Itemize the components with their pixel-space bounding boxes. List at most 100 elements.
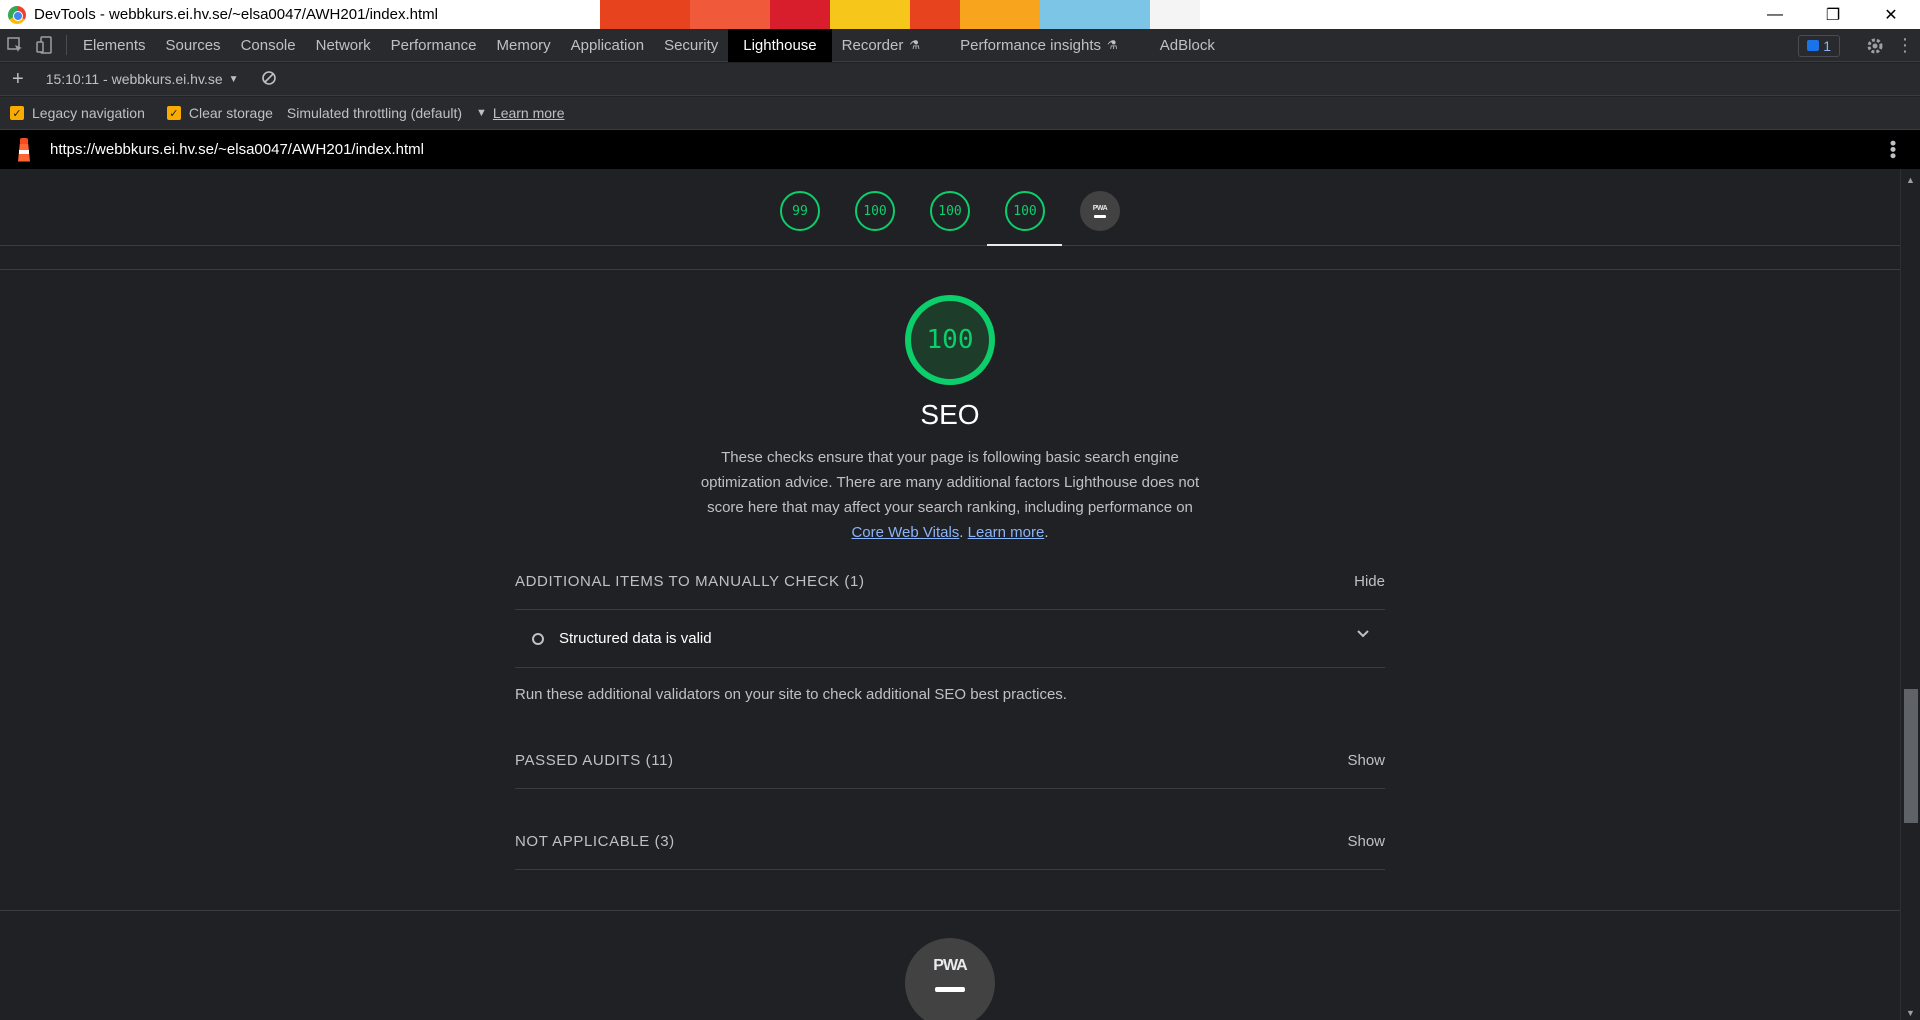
clear-all-icon[interactable]: [261, 70, 277, 89]
devtools-tabbar: Elements Sources Console Network Perform…: [0, 28, 1920, 62]
audit-title: Structured data is valid: [559, 630, 712, 647]
report-menu-icon[interactable]: •••: [1883, 140, 1903, 159]
report-selector-label: 15:10:11 - webbkurs.ei.hv.se: [45, 71, 223, 87]
tab-label: Sources: [165, 36, 221, 54]
report-url-bar: https://webbkurs.ei.hv.se/~elsa0047/AWH2…: [0, 130, 1920, 169]
checkbox-checked-icon: ✓: [166, 106, 181, 120]
legacy-navigation-checkbox[interactable]: ✓ Legacy navigation: [10, 105, 145, 121]
tab-elements[interactable]: Elements: [73, 29, 156, 62]
divider: [515, 869, 1385, 870]
dropdown-arrow-icon: ▼: [228, 73, 239, 85]
experiment-flask-icon: ⚗: [909, 38, 921, 52]
close-icon[interactable]: ✕: [1862, 0, 1920, 29]
tab-performance-insights[interactable]: Performance insights ⚗: [950, 29, 1128, 62]
device-toolbar-icon[interactable]: [30, 29, 60, 62]
section-divider: [0, 910, 1900, 911]
score-gauge-performance[interactable]: 99: [780, 191, 820, 231]
report-url[interactable]: https://webbkurs.ei.hv.se/~elsa0047/AWH2…: [50, 141, 424, 158]
score-value: 100: [1013, 203, 1037, 219]
scroll-down-arrow-icon[interactable]: ▼: [1906, 1008, 1915, 1018]
learn-more-link[interactable]: Learn more: [493, 105, 565, 121]
pwa-score-gauge: PWA: [905, 938, 995, 1020]
lighthouse-toolbar: + 15:10:11 - webbkurs.ei.hv.se ▼: [0, 63, 1920, 96]
tab-sources[interactable]: Sources: [156, 29, 231, 62]
issues-badge[interactable]: 1: [1798, 34, 1840, 57]
score-value: 100: [938, 203, 962, 219]
clear-storage-checkbox[interactable]: ✓ Clear storage: [166, 105, 273, 121]
tab-label: AdBlock: [1159, 36, 1215, 54]
tab-label: Memory: [496, 36, 551, 54]
experiment-flask-icon: ⚗: [1107, 38, 1118, 52]
tab-memory[interactable]: Memory: [487, 29, 561, 62]
chevron-down-icon[interactable]: [1356, 626, 1370, 642]
pwa-badge-label: PWA: [933, 956, 967, 974]
tab-adblock[interactable]: AdBlock: [1150, 29, 1225, 62]
divider: [0, 269, 1900, 270]
learn-more-link[interactable]: Learn more: [968, 524, 1045, 541]
core-web-vitals-link[interactable]: Core Web Vitals: [851, 524, 959, 541]
score-value: 100: [863, 203, 887, 219]
tab-label: Console: [240, 36, 296, 54]
pwa-dash-icon: [1094, 214, 1106, 218]
tab-console[interactable]: Console: [231, 29, 306, 62]
minimize-icon[interactable]: —: [1746, 0, 1804, 29]
restore-icon[interactable]: ❐: [1804, 0, 1862, 29]
page-banner-image: [555, 0, 1200, 29]
report-selector[interactable]: 15:10:11 - webbkurs.ei.hv.se ▼: [46, 71, 239, 87]
settings-gear-icon[interactable]: [1860, 29, 1890, 62]
seo-score-gauge: 100: [905, 295, 995, 385]
tab-label: Performance insights: [960, 36, 1102, 54]
tab-security[interactable]: Security: [654, 29, 728, 62]
pwa-dash-icon: [935, 986, 965, 992]
scroll-thumb[interactable]: [1904, 689, 1918, 823]
tab-recorder[interactable]: Recorder ⚗: [832, 29, 930, 62]
scroll-up-arrow-icon[interactable]: ▲: [1906, 175, 1915, 185]
pwa-badge-label: PWA: [1092, 204, 1108, 212]
active-category-indicator: [987, 244, 1062, 246]
throttling-label: Simulated throttling (default): [286, 105, 463, 121]
punctuation: .: [1044, 524, 1049, 541]
tab-label: Lighthouse: [743, 36, 817, 54]
not-applicable-group-header[interactable]: NOT APPLICABLE (3) Show: [515, 826, 1385, 856]
score-gauge-pwa[interactable]: PWA: [1080, 191, 1120, 231]
tab-application[interactable]: Application: [561, 29, 654, 62]
inspect-element-icon[interactable]: [0, 29, 30, 62]
tab-label: Application: [570, 36, 645, 54]
checkbox-label: Clear storage: [188, 105, 273, 121]
validators-note: Run these additional validators on your …: [515, 686, 1067, 703]
tab-performance[interactable]: Performance: [381, 29, 487, 62]
throttling-dropdown-icon[interactable]: ▼: [476, 107, 487, 119]
audit-structured-data[interactable]: Structured data is valid: [515, 610, 1385, 667]
tab-label: Recorder: [841, 36, 904, 54]
manual-check-group-header[interactable]: ADDITIONAL ITEMS TO MANUALLY CHECK (1) H…: [515, 566, 1385, 596]
report-scrollbar[interactable]: ▲ ▼: [1900, 169, 1920, 1020]
window-title: DevTools - webbkurs.ei.hv.se/~elsa0047/A…: [34, 6, 438, 23]
tab-lighthouse[interactable]: Lighthouse: [728, 28, 832, 62]
issues-count: 1: [1823, 37, 1831, 54]
score-gauge-seo[interactable]: 100: [1005, 191, 1045, 231]
tab-label: Network: [315, 36, 371, 54]
checkbox-label: Legacy navigation: [32, 105, 145, 121]
score-gauge-best-practices[interactable]: 100: [930, 191, 970, 231]
passed-audits-group-header[interactable]: PASSED AUDITS (11) Show: [515, 745, 1385, 775]
more-options-icon[interactable]: ⋮: [1890, 29, 1920, 62]
tab-label: Elements: [83, 36, 146, 54]
group-title: NOT APPLICABLE (3): [515, 832, 675, 850]
message-icon: [1807, 40, 1820, 51]
category-title: SEO: [920, 399, 980, 430]
punctuation: .: [959, 524, 964, 541]
score-gauge-accessibility[interactable]: 100: [855, 191, 895, 231]
tab-network[interactable]: Network: [306, 29, 381, 62]
tab-separator: [66, 35, 67, 55]
hide-toggle[interactable]: Hide: [1354, 573, 1385, 590]
score-summary-header: 99 100 100 100 PWA: [0, 169, 1900, 246]
checkbox-checked-icon: ✓: [10, 106, 24, 120]
show-toggle[interactable]: Show: [1347, 752, 1385, 769]
show-toggle[interactable]: Show: [1347, 833, 1385, 850]
new-report-icon[interactable]: +: [12, 68, 24, 91]
lighthouse-options: ✓ Legacy navigation ✓ Clear storage Simu…: [0, 97, 1920, 130]
score-value: 99: [792, 203, 808, 219]
manual-audit-circle-icon: [532, 632, 544, 645]
description-text: These checks ensure that your page is fo…: [700, 449, 1200, 516]
seo-score-value: 100: [926, 325, 974, 355]
